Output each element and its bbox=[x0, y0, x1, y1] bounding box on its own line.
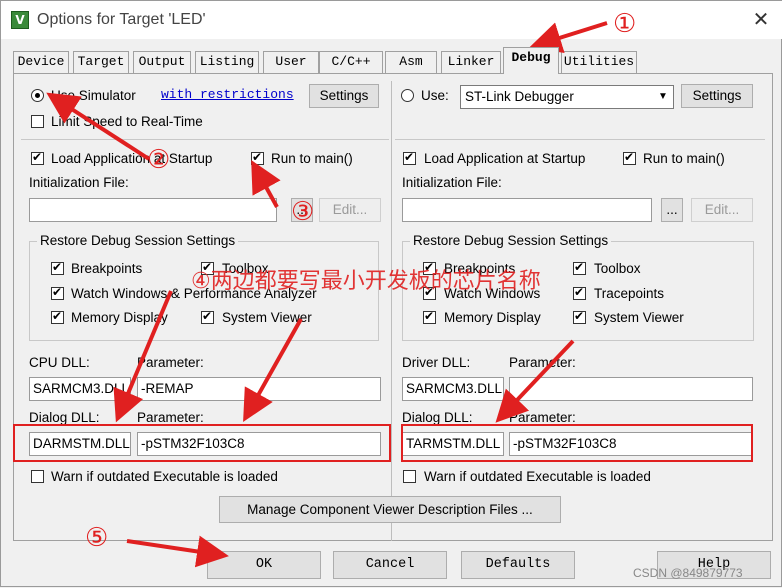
right-toolbox-checkbox[interactable] bbox=[573, 260, 586, 275]
tab-asm[interactable]: Asm bbox=[385, 51, 437, 73]
right-toolbox-label[interactable]: Toolbox bbox=[594, 261, 641, 276]
left-edit-button: Edit... bbox=[319, 198, 381, 222]
right-load-app-label[interactable]: Load Application at Startup bbox=[424, 151, 585, 166]
manage-component-viewer-button[interactable]: Manage Component Viewer Description File… bbox=[219, 496, 561, 523]
right-tracepoints-label[interactable]: Tracepoints bbox=[594, 286, 664, 301]
left-breakpoints-checkbox[interactable] bbox=[51, 260, 64, 275]
right-restore-group-title: Restore Debug Session Settings bbox=[410, 233, 612, 248]
annotation-2: ② bbox=[147, 145, 171, 175]
csdn-watermark: CSDN @849879773 bbox=[633, 566, 743, 580]
right-dialog-dll-label: Dialog DLL: bbox=[402, 410, 473, 425]
keil-uvision-icon: V bbox=[11, 11, 29, 29]
left-load-app-checkbox[interactable] bbox=[31, 150, 44, 165]
left-breakpoints-label[interactable]: Breakpoints bbox=[71, 261, 142, 276]
simulator-settings-button[interactable]: Settings bbox=[309, 84, 379, 108]
tab-utilities[interactable]: Utilities bbox=[561, 51, 637, 73]
left-restore-group-title: Restore Debug Session Settings bbox=[37, 233, 239, 248]
with-restrictions-link[interactable]: with restrictions bbox=[161, 87, 294, 102]
left-load-app-label[interactable]: Load Application at Startup bbox=[51, 151, 212, 166]
cpu-dll-label: CPU DLL: bbox=[29, 355, 90, 370]
tab-device[interactable]: Device bbox=[13, 51, 69, 73]
tab-output[interactable]: Output bbox=[133, 51, 191, 73]
right-dialog-highlight-box bbox=[401, 424, 753, 462]
right-sysviewer-checkbox[interactable] bbox=[573, 309, 586, 324]
right-memory-checkbox[interactable] bbox=[423, 309, 436, 324]
left-memory-label[interactable]: Memory Display bbox=[71, 310, 168, 325]
driver-param-label: Parameter: bbox=[509, 355, 576, 370]
use-debugger-radio[interactable] bbox=[401, 89, 414, 102]
left-run-to-main-checkbox[interactable] bbox=[251, 150, 264, 165]
cpu-dll-input[interactable]: SARMCM3.DLL bbox=[29, 377, 131, 401]
options-dialog: V Options for Target 'LED' ✕ Device Targ… bbox=[0, 0, 782, 587]
right-load-app-checkbox[interactable] bbox=[403, 150, 416, 165]
use-simulator-radio[interactable] bbox=[31, 89, 44, 102]
right-browse-button[interactable]: ... bbox=[661, 198, 683, 222]
debugger-select-value: ST-Link Debugger bbox=[465, 89, 574, 104]
right-separator-1 bbox=[395, 139, 765, 140]
driver-dll-label: Driver DLL: bbox=[402, 355, 471, 370]
tab-debug[interactable]: Debug bbox=[503, 47, 559, 74]
use-debugger-label[interactable]: Use: bbox=[421, 88, 449, 103]
left-warn-label[interactable]: Warn if outdated Executable is loaded bbox=[51, 469, 278, 484]
right-init-file-label: Initialization File: bbox=[402, 175, 502, 190]
left-warn-checkbox[interactable] bbox=[31, 470, 44, 483]
annotation-4-text: ④两边都要写最小开发板的芯片名称 bbox=[191, 269, 541, 294]
cpu-param-label: Parameter: bbox=[137, 355, 204, 370]
use-simulator-label[interactable]: Use Simulator bbox=[51, 88, 136, 103]
close-icon[interactable]: ✕ bbox=[743, 5, 779, 35]
left-dialog-highlight-box bbox=[13, 424, 391, 462]
right-edit-button: Edit... bbox=[691, 198, 753, 222]
tab-target[interactable]: Target bbox=[73, 51, 129, 73]
driver-dll-input[interactable]: SARMCM3.DLL bbox=[402, 377, 504, 401]
debugger-select[interactable]: ST-Link Debugger ▼ bbox=[460, 85, 674, 109]
right-memory-label[interactable]: Memory Display bbox=[444, 310, 541, 325]
left-sysviewer-label[interactable]: System Viewer bbox=[222, 310, 312, 325]
limit-speed-checkbox[interactable] bbox=[31, 115, 44, 128]
annotation-3: ③ bbox=[291, 197, 315, 227]
title-bar: V Options for Target 'LED' ✕ bbox=[1, 1, 782, 39]
cancel-button[interactable]: Cancel bbox=[333, 551, 447, 579]
defaults-button[interactable]: Defaults bbox=[461, 551, 575, 579]
ok-button[interactable]: OK bbox=[207, 551, 321, 579]
left-dialog-dll-label: Dialog DLL: bbox=[29, 410, 100, 425]
tab-user[interactable]: User bbox=[263, 51, 319, 73]
tab-listing[interactable]: Listing bbox=[195, 51, 259, 73]
left-init-file-input[interactable] bbox=[29, 198, 277, 222]
right-warn-checkbox[interactable] bbox=[403, 470, 416, 483]
left-separator-1 bbox=[21, 139, 389, 140]
right-dialog-param-label: Parameter: bbox=[509, 410, 576, 425]
annotation-1: ① bbox=[613, 9, 637, 39]
column-divider bbox=[391, 81, 392, 541]
right-run-to-main-label[interactable]: Run to main() bbox=[643, 151, 725, 166]
right-run-to-main-checkbox[interactable] bbox=[623, 150, 636, 165]
left-dialog-param-label: Parameter: bbox=[137, 410, 204, 425]
chevron-down-icon[interactable]: ▼ bbox=[653, 86, 673, 108]
left-watch-checkbox[interactable] bbox=[51, 285, 64, 300]
window-title: Options for Target 'LED' bbox=[37, 11, 206, 28]
tab-cc[interactable]: C/C++ bbox=[319, 51, 383, 73]
right-tracepoints-checkbox[interactable] bbox=[573, 285, 586, 300]
limit-speed-label[interactable]: Limit Speed to Real-Time bbox=[51, 114, 203, 129]
cpu-param-input[interactable]: -REMAP bbox=[137, 377, 381, 401]
right-sysviewer-label[interactable]: System Viewer bbox=[594, 310, 684, 325]
debugger-settings-button[interactable]: Settings bbox=[681, 84, 753, 108]
annotation-5: ⑤ bbox=[85, 523, 109, 553]
driver-param-input[interactable] bbox=[509, 377, 753, 401]
right-warn-label[interactable]: Warn if outdated Executable is loaded bbox=[424, 469, 651, 484]
left-init-file-label: Initialization File: bbox=[29, 175, 129, 190]
left-sysviewer-checkbox[interactable] bbox=[201, 309, 214, 324]
left-memory-checkbox[interactable] bbox=[51, 309, 64, 324]
left-run-to-main-label[interactable]: Run to main() bbox=[271, 151, 353, 166]
right-init-file-input[interactable] bbox=[402, 198, 652, 222]
tab-linker[interactable]: Linker bbox=[441, 51, 501, 73]
